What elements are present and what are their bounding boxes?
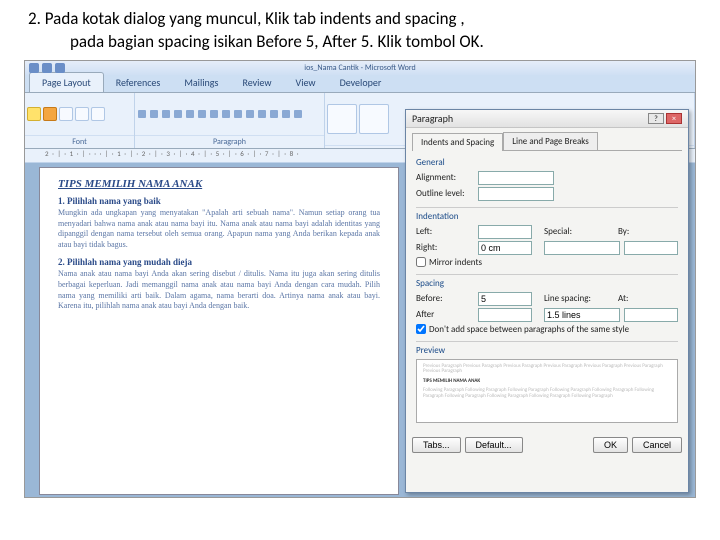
tab-mailings[interactable]: Mailings: [172, 73, 230, 92]
alignment-combo[interactable]: [478, 171, 554, 185]
preview-sample: TIPS MEMILIH NAMA ANAK: [423, 379, 671, 385]
preview-following: Following Paragraph Following Paragraph …: [423, 388, 671, 399]
indent-special-combo[interactable]: [544, 241, 620, 255]
ribbon-icon[interactable]: [59, 107, 73, 121]
group-paragraph-label: Paragraph: [135, 135, 324, 148]
list-icon[interactable]: [138, 110, 146, 118]
outline-combo[interactable]: [478, 187, 554, 201]
align-left-icon[interactable]: [222, 110, 230, 118]
indent-right-label: Right:: [416, 242, 474, 253]
indent-right-input[interactable]: [478, 241, 532, 255]
no-add-space-checkbox[interactable]: [416, 324, 426, 334]
dialog-titlebar[interactable]: Paragraph ? ×: [406, 110, 688, 128]
group-font-label: Font: [25, 135, 134, 148]
list-icon[interactable]: [150, 110, 158, 118]
mirror-indents-label: Mirror indents: [429, 257, 482, 268]
window-title: ios_Nama Cantik - Microsoft Word: [304, 63, 415, 73]
no-add-space-label: Don't add space between paragraphs of th…: [429, 324, 629, 335]
list-icon[interactable]: [162, 110, 170, 118]
preview-previous: Previous Paragraph Previous Paragraph Pr…: [423, 364, 671, 375]
section-spacing: Spacing: [416, 278, 678, 289]
tab-developer[interactable]: Developer: [328, 73, 394, 92]
section-indentation: Indentation: [416, 211, 678, 222]
borders-icon[interactable]: [294, 110, 302, 118]
spacing-before-input[interactable]: [478, 292, 532, 306]
style-icon[interactable]: [359, 104, 389, 134]
indent-left-label: Left:: [416, 226, 474, 237]
tab-page-layout[interactable]: Page Layout: [29, 72, 104, 92]
doc-p1: Mungkin ada ungkapan yang menyatakan "Ap…: [58, 208, 380, 251]
tab-indents-spacing[interactable]: Indents and Spacing: [412, 133, 503, 151]
qat-icon[interactable]: [55, 63, 65, 73]
paragraph-dialog: Paragraph ? × Indents and Spacing Line a…: [405, 109, 689, 493]
spacing-at-input[interactable]: [624, 308, 678, 322]
instruction-line2: pada bagian spacing isikan Before 5, Aft…: [28, 31, 690, 54]
indent-by-input[interactable]: [624, 241, 678, 255]
close-icon[interactable]: ×: [666, 113, 682, 124]
align-center-icon[interactable]: [234, 110, 242, 118]
spacing-after-input[interactable]: [478, 308, 532, 322]
indent-icon[interactable]: [174, 110, 182, 118]
style-icon[interactable]: [327, 104, 357, 134]
tabs-button[interactable]: Tabs...: [412, 437, 461, 453]
default-button[interactable]: Default...: [465, 437, 523, 453]
section-general: General: [416, 157, 678, 168]
spacing-at-label: At:: [618, 293, 676, 304]
pilcrow-icon[interactable]: [210, 110, 218, 118]
sort-icon[interactable]: [198, 110, 206, 118]
instruction-text: 2. Pada kotak dialog yang muncul, Klik t…: [0, 0, 720, 60]
instruction-number: 2.: [28, 8, 41, 29]
line-spacing-label: Line spacing:: [544, 293, 614, 304]
preview-box: Previous Paragraph Previous Paragraph Pr…: [416, 359, 678, 423]
dialog-title: Paragraph: [412, 112, 453, 125]
font-color-icon[interactable]: [43, 107, 57, 121]
qat-icon[interactable]: [29, 63, 39, 73]
spacing-after-label: After: [416, 309, 474, 320]
qat-icon[interactable]: [42, 63, 52, 73]
line-spacing-combo[interactable]: [544, 308, 620, 322]
ribbon-icon[interactable]: [91, 107, 105, 121]
spacing-before-label: Before:: [416, 293, 474, 304]
indent-left-input[interactable]: [478, 225, 532, 239]
doc-h2-num: 2.: [58, 257, 65, 267]
shading-icon[interactable]: [282, 110, 290, 118]
tab-references[interactable]: References: [104, 73, 173, 92]
ok-button[interactable]: OK: [593, 437, 628, 453]
tab-view[interactable]: View: [284, 73, 328, 92]
ribbon-tabs: Page Layout References Mailings Review V…: [25, 75, 695, 93]
doc-title: TIPS MEMILIH NAMA ANAK: [58, 178, 380, 190]
highlight-icon[interactable]: [27, 107, 41, 121]
ribbon-icon[interactable]: [75, 107, 89, 121]
line-spacing-icon[interactable]: [270, 110, 278, 118]
section-preview: Preview: [416, 345, 678, 356]
doc-p2: Nama anak atau nama bayi Anda akan serin…: [58, 269, 380, 312]
cancel-button[interactable]: Cancel: [632, 437, 682, 453]
mirror-indents-checkbox[interactable]: [416, 257, 426, 267]
word-screenshot: ios_Nama Cantik - Microsoft Word Page La…: [24, 60, 696, 498]
align-right-icon[interactable]: [246, 110, 254, 118]
indent-icon[interactable]: [186, 110, 194, 118]
indent-special-label: Special:: [544, 226, 614, 237]
outline-label: Outline level:: [416, 188, 474, 199]
doc-h2: Pilihlah nama yang mudah dieja: [67, 257, 192, 267]
document-page[interactable]: TIPS MEMILIH NAMA ANAK 1. Pilihlah nama …: [39, 167, 399, 495]
alignment-label: Alignment:: [416, 172, 474, 183]
doc-h1: Pilihlah nama yang baik: [67, 196, 161, 206]
indent-by-label: By:: [618, 226, 676, 237]
quick-access-toolbar[interactable]: [29, 63, 65, 73]
tab-review[interactable]: Review: [230, 73, 283, 92]
instruction-line1: Pada kotak dialog yang muncul, Klik tab …: [45, 8, 465, 29]
tab-line-page-breaks[interactable]: Line and Page Breaks: [503, 132, 598, 150]
help-icon[interactable]: ?: [648, 113, 664, 124]
doc-h1-num: 1.: [58, 196, 65, 206]
align-justify-icon[interactable]: [258, 110, 266, 118]
